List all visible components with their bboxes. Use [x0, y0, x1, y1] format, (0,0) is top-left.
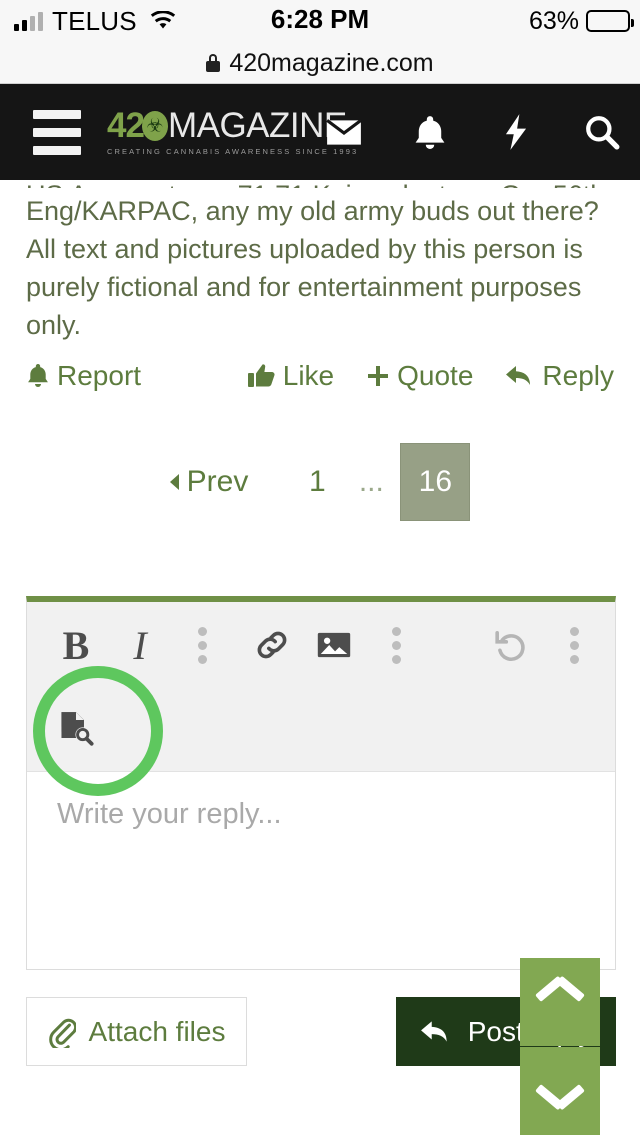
logo-wordmark: 42 ☣ MAGAZINE ® [107, 108, 356, 143]
post-text-line: All text and pictures uploaded by this p… [26, 234, 583, 264]
pagination-prev-label: Prev [186, 465, 249, 498]
post-text-line: purely fictional and for entertainment p… [26, 272, 582, 302]
url-label: 420magazine.com [229, 48, 434, 77]
lock-icon [206, 54, 221, 72]
status-bar: TELUS 6:28 PM 63% [0, 0, 640, 42]
hamburger-menu-icon[interactable] [33, 109, 81, 155]
quote-button[interactable]: Quote [366, 360, 473, 392]
italic-button[interactable]: I [109, 614, 171, 676]
link-icon[interactable] [241, 614, 303, 676]
pagination: Prev 1 ... 16 [0, 443, 640, 521]
pagination-ellipsis: ... [358, 465, 384, 498]
post-text-line: Eng/KARPAC, any my old army buds out the… [26, 196, 599, 226]
post-text-line: only. [26, 310, 82, 340]
like-button[interactable]: Like [247, 360, 335, 392]
editor-toolbar-row-2 [27, 688, 615, 770]
triangle-left-icon [169, 474, 179, 490]
pagination-page-1[interactable]: 1 [292, 465, 342, 499]
post-action-right-group: Like Quote Reply [247, 360, 614, 392]
cannabis-leaf-icon: ☣ [141, 110, 168, 141]
pagination-current-page[interactable]: 16 [400, 443, 471, 521]
scroll-down-button[interactable] [520, 1047, 600, 1135]
report-button[interactable]: Report [26, 360, 141, 392]
bolt-icon[interactable] [496, 112, 536, 152]
pagination-prev-button[interactable]: Prev [169, 465, 249, 499]
battery-percent-label: 63% [528, 6, 579, 35]
logo-magazine-text: MAGAZINE [167, 106, 347, 145]
undo-icon[interactable] [481, 614, 543, 676]
post-body: US Army veteran 71 71 Kaiserslautern, Ge… [0, 180, 640, 344]
reply-label: Reply [542, 360, 614, 391]
bell-icon[interactable] [410, 112, 450, 152]
site-logo[interactable]: 42 ☣ MAGAZINE ® CREATING CANNABIS AWAREN… [107, 108, 358, 156]
logo-420-text: 42 [107, 106, 145, 145]
attach-files-label: Attach files [88, 1015, 226, 1047]
editor-toolbar-row-1: B I [27, 604, 615, 686]
reply-button[interactable]: Reply [505, 360, 614, 392]
more-options-icon[interactable] [171, 614, 233, 676]
mobile-browser-screen: TELUS 6:28 PM 63% 420magazine.com 42 ☣ M [0, 0, 640, 1136]
mail-icon[interactable] [324, 112, 364, 152]
editor-toolbar: B I [27, 602, 615, 772]
post-text: US Army veteran 71 71 Kaiserslautern, Ge… [0, 180, 640, 344]
attach-files-button[interactable]: Attach files [26, 997, 247, 1066]
header-icon-group [324, 112, 622, 152]
chevron-up-icon [539, 990, 581, 1014]
browser-url-bar[interactable]: 420magazine.com [0, 42, 640, 84]
report-label: Report [57, 360, 142, 391]
reply-placeholder: Write your reply... [57, 798, 282, 830]
scroll-up-button[interactable] [520, 958, 600, 1046]
more-options-icon[interactable] [365, 614, 427, 676]
post-action-row: Report Like Quote Reply [0, 352, 640, 400]
bold-button[interactable]: B [45, 614, 107, 676]
status-bar-right: 63% [528, 0, 634, 42]
site-header: 42 ☣ MAGAZINE ® CREATING CANNABIS AWAREN… [0, 84, 640, 180]
battery-icon [586, 10, 634, 32]
post-text-clipped-line: US Army veteran 71 71 Kaiserslautern, Ge… [26, 176, 614, 188]
document-preview-icon[interactable] [45, 698, 107, 760]
reply-textarea[interactable]: Write your reply... [27, 772, 615, 968]
more-options-icon[interactable] [543, 614, 605, 676]
quote-label: Quote [397, 360, 474, 391]
image-icon[interactable] [303, 614, 365, 676]
reply-editor: B I Write your reply... [26, 596, 616, 970]
logo-tagline: CREATING CANNABIS AWARENESS SINCE 1993 [107, 147, 359, 156]
search-icon[interactable] [582, 112, 622, 152]
chevron-down-icon [539, 1079, 581, 1103]
like-label: Like [282, 360, 335, 391]
